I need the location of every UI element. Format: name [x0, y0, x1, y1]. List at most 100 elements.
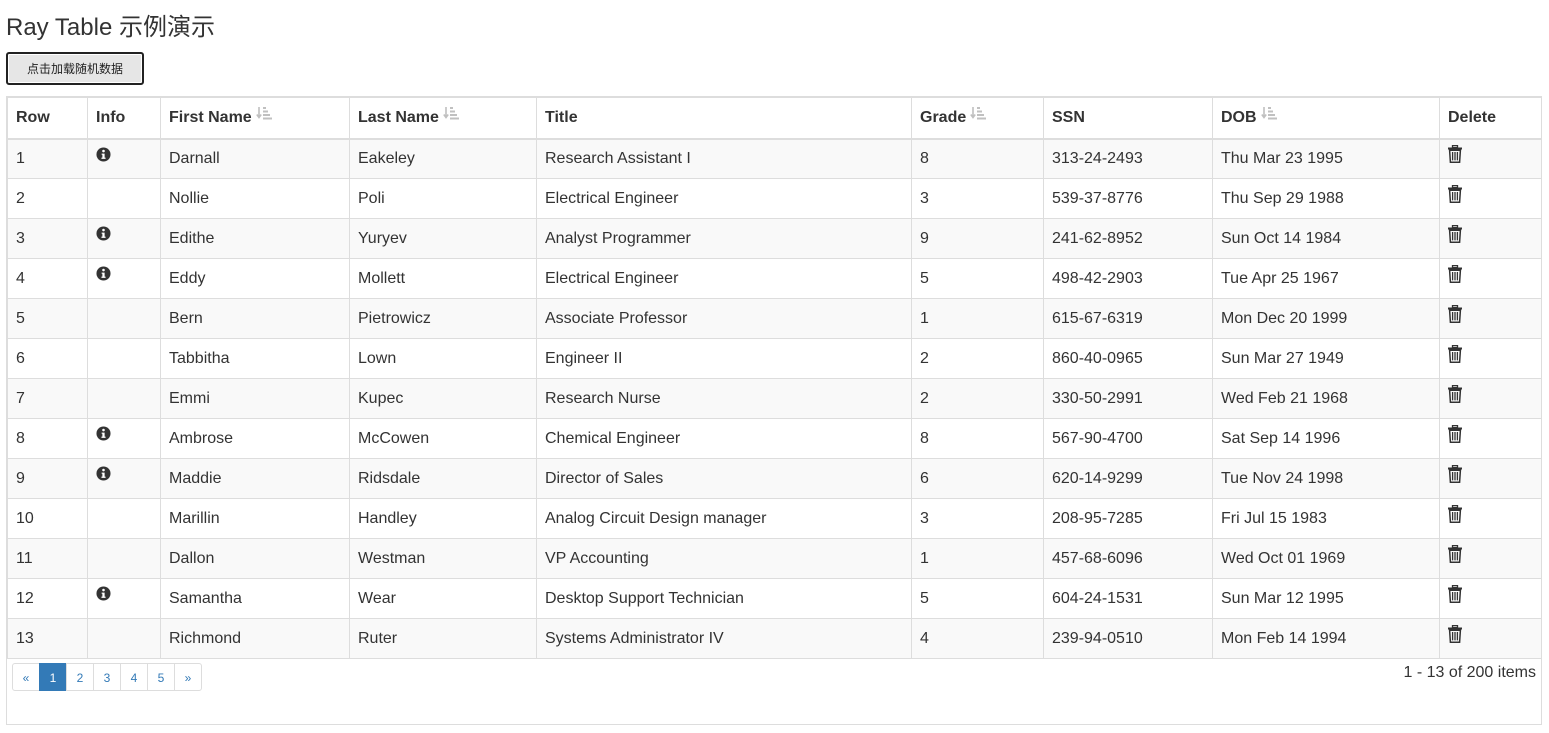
trash-icon[interactable] [1448, 344, 1462, 368]
delete-cell[interactable] [1439, 258, 1542, 299]
pagination-item: « [12, 663, 40, 691]
dob-cell: Fri Jul 15 1983 [1212, 498, 1440, 539]
info-circle-icon[interactable] [96, 146, 111, 167]
first-name-cell: Maddie [160, 458, 350, 499]
delete-cell[interactable] [1439, 458, 1542, 499]
grade-cell: 4 [911, 618, 1044, 659]
column-header-dob[interactable]: DOB [1212, 97, 1440, 140]
info-circle-icon[interactable] [96, 266, 111, 286]
trash-icon[interactable] [1448, 224, 1462, 248]
delete-cell[interactable] [1439, 178, 1542, 219]
pagination-page-5[interactable]: 5 [147, 663, 175, 691]
delete-cell[interactable] [1439, 378, 1542, 419]
pagination-page-4[interactable]: 4 [120, 663, 148, 691]
delete-cell[interactable] [1439, 618, 1542, 659]
first-name-cell: Richmond [160, 618, 350, 659]
trash-icon[interactable] [1448, 304, 1462, 328]
first-name-cell: Samantha [160, 578, 350, 619]
column-header-grade[interactable]: Grade [911, 97, 1044, 140]
dob-cell: Thu Mar 23 1995 [1212, 138, 1440, 179]
ssn-cell: 457-68-6096 [1043, 538, 1213, 579]
title-cell: Electrical Engineer [536, 178, 912, 219]
column-header-last-name[interactable]: Last Name [349, 97, 537, 140]
page: Ray Table 示例演示 点击加载随机数据 Row Info First Nam… [0, 0, 1549, 733]
info-circle-icon[interactable] [96, 426, 111, 446]
first-name-cell: Nollie [160, 178, 350, 219]
info-circle-icon[interactable] [96, 466, 111, 486]
last-name-cell: Wear [349, 578, 537, 619]
sort-icon[interactable] [970, 105, 987, 126]
sort-icon[interactable] [255, 105, 272, 126]
pagination-page-1[interactable]: 1 [39, 663, 67, 691]
grade-cell: 9 [911, 218, 1044, 259]
title-cell: Chemical Engineer [536, 418, 912, 459]
title-cell: Associate Professor [536, 298, 912, 339]
delete-cell[interactable] [1439, 298, 1542, 339]
table-row: 10 Marillin Handley Analog Circuit Design m… [7, 498, 1542, 539]
last-name-cell: Lown [349, 338, 537, 379]
sort-icon[interactable] [443, 105, 459, 126]
table-row: 13 Richmond Ruter Systems Administrator IV 4… [7, 618, 1542, 659]
info-circle-icon[interactable] [96, 226, 111, 246]
grade-cell: 3 [911, 178, 1044, 219]
info-circle-icon[interactable] [96, 586, 111, 606]
ssn-cell: 330-50-2991 [1043, 378, 1213, 419]
sort-icon[interactable] [1260, 105, 1277, 126]
column-header-label: First Name [169, 108, 252, 126]
dob-cell: Mon Feb 14 1994 [1212, 618, 1440, 659]
trash-icon[interactable] [1448, 264, 1462, 288]
last-name-cell: Handley [349, 498, 537, 539]
pagination-prev-button[interactable]: « [12, 663, 40, 691]
row-number-cell: 7 [7, 378, 88, 419]
delete-cell[interactable] [1439, 498, 1542, 539]
column-header-label: SSN [1052, 108, 1085, 126]
table-row: 8 Ambrose McCowen Chemical Engineer 8 567-90-… [7, 418, 1542, 459]
table-row: 3 Edithe Yuryev Analyst Programmer 9 241-62-8… [7, 218, 1542, 259]
row-number-cell: 12 [7, 578, 88, 619]
delete-cell[interactable] [1439, 218, 1542, 259]
info-cell [87, 218, 161, 259]
delete-cell[interactable] [1439, 538, 1542, 579]
first-name-cell: Ambrose [160, 418, 350, 459]
delete-cell[interactable] [1439, 338, 1542, 379]
info-cell [87, 338, 161, 379]
pagination-page-2[interactable]: 2 [66, 663, 94, 691]
pagination-next-button[interactable]: » [174, 663, 202, 691]
row-number-cell: 9 [7, 458, 88, 499]
first-name-cell: Emmi [160, 378, 350, 419]
trash-icon[interactable] [1448, 624, 1462, 648]
data-table: Row Info First Name Last Name Title Grade SSN D… [7, 97, 1542, 659]
title-cell: Research Nurse [536, 378, 912, 419]
column-header-first-name[interactable]: First Name [160, 97, 350, 140]
ssn-cell: 239-94-0510 [1043, 618, 1213, 659]
column-header-info: Info [87, 97, 161, 140]
trash-icon[interactable] [1448, 384, 1462, 408]
delete-cell[interactable] [1439, 418, 1542, 459]
trash-icon[interactable] [1448, 184, 1462, 208]
pagination-item: 5 [147, 663, 175, 691]
load-random-data-button[interactable]: 点击加载随机数据 [6, 52, 144, 85]
table-body: 1 Darnall Eakeley Research Assistant I 8 313-… [7, 138, 1542, 659]
trash-icon[interactable] [1448, 145, 1462, 168]
pagination: «1 2 3 4 5» [12, 663, 202, 691]
pagination-page-3[interactable]: 3 [93, 663, 121, 691]
trash-icon[interactable] [1448, 464, 1462, 488]
info-cell [87, 618, 161, 659]
trash-icon[interactable] [1448, 424, 1462, 448]
trash-icon[interactable] [1448, 504, 1462, 528]
title-cell: Electrical Engineer [536, 258, 912, 299]
delete-cell[interactable] [1439, 578, 1542, 619]
dob-cell: Tue Apr 25 1967 [1212, 258, 1440, 299]
grade-cell: 5 [911, 578, 1044, 619]
table-row: 2 Nollie Poli Electrical Engineer 3 539-37-87… [7, 178, 1542, 219]
row-number-cell: 8 [7, 418, 88, 459]
delete-cell[interactable] [1439, 138, 1542, 179]
trash-icon[interactable] [1448, 544, 1462, 568]
column-header-label: Row [16, 108, 50, 126]
pagination-item: 1 [39, 663, 67, 691]
trash-icon[interactable] [1448, 584, 1462, 608]
title-cell: Analog Circuit Design manager [536, 498, 912, 539]
info-cell [87, 498, 161, 539]
info-cell [87, 258, 161, 299]
title-cell: Research Assistant I [536, 138, 912, 179]
